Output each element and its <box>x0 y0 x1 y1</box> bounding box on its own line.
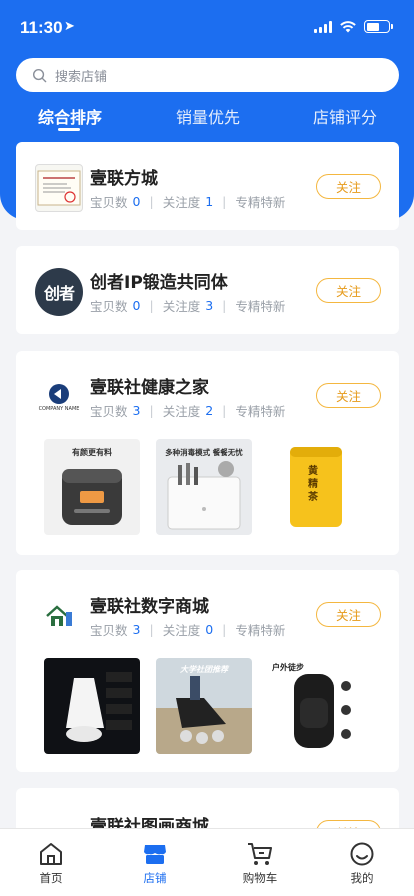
tabbar-home[interactable]: 首页 <box>16 841 86 886</box>
store-name: 壹联方城 <box>90 169 158 189</box>
store-logo: 创者 <box>35 268 83 316</box>
follow-button[interactable]: 关注 <box>316 278 381 303</box>
product-thumbnail[interactable] <box>44 658 140 754</box>
tab-comprehensive[interactable]: 综合排序 <box>38 104 102 128</box>
search-placeholder: 搜索店铺 <box>55 69 108 85</box>
profile-icon <box>350 842 374 866</box>
store-meta: 宝贝数 3 | 关注度 0 | 专精特新 <box>90 622 286 638</box>
location-arrow-icon: ➤ <box>64 19 75 34</box>
store-name: 创者IP锻造共同体 <box>90 273 228 293</box>
store-meta: 宝贝数 3 | 关注度 2 | 专精特新 <box>90 403 286 419</box>
product-thumbnail[interactable]: 黄精茶 <box>268 439 364 535</box>
store-meta: 宝贝数 0 | 关注度 1 | 专精特新 <box>90 194 286 210</box>
store-logo: COMPANY NAME <box>35 373 83 421</box>
product-thumbnail[interactable]: 大学社团推荐 <box>156 658 252 754</box>
store-name: 壹联社数字商城 <box>90 597 209 617</box>
follow-button[interactable]: 关注 <box>316 602 381 627</box>
store-tag: 专精特新 <box>235 623 286 638</box>
tabbar-cart[interactable]: 购物车 <box>225 841 295 886</box>
store-icon <box>144 845 166 864</box>
store-name: 壹联社健康之家 <box>90 378 209 398</box>
search-input[interactable]: 搜索店铺 <box>16 58 399 92</box>
status-time: 11:30 <box>20 18 63 37</box>
follow-button[interactable]: 关注 <box>316 174 381 199</box>
store-card[interactable]: 壹联方城 宝贝数 0 | 关注度 1 | 专精特新 关注 <box>16 142 399 230</box>
store-tag: 专精特新 <box>235 195 286 210</box>
wifi-icon <box>340 20 356 32</box>
tab-rating[interactable]: 店铺评分 <box>313 104 377 128</box>
store-logo <box>35 592 83 640</box>
battery-icon <box>364 20 393 33</box>
store-tag: 专精特新 <box>235 299 286 314</box>
store-card[interactable]: 壹联社数字商城 宝贝数 3 | 关注度 0 | 专精特新 关注 大学社团推荐 户外徒… <box>16 570 399 772</box>
follow-button[interactable]: 关注 <box>316 383 381 408</box>
product-thumbnail[interactable]: 户外徒步 <box>268 658 364 754</box>
tabbar-store[interactable]: 店铺 <box>120 841 190 886</box>
product-thumbnail[interactable]: 有颜更有料 <box>44 439 140 535</box>
store-card[interactable]: COMPANY NAME 壹联社健康之家 宝贝数 3 | 关注度 2 | 专精特新 … <box>16 351 399 555</box>
bottom-tab-bar: 首页 店铺 购物车 我的 <box>0 828 414 896</box>
signal-icon <box>314 20 332 33</box>
cart-icon <box>248 843 272 865</box>
home-icon <box>40 843 62 865</box>
store-logo <box>35 164 83 212</box>
active-tab-indicator <box>58 128 80 131</box>
store-meta: 宝贝数 0 | 关注度 3 | 专精特新 <box>90 298 286 314</box>
tabbar-profile[interactable]: 我的 <box>327 841 397 886</box>
sort-tabs: 综合排序 销量优先 店铺评分 <box>0 102 414 142</box>
product-thumbnail[interactable]: 多种消毒模式 餐餐无忧 <box>156 439 252 535</box>
store-card[interactable]: 创者 创者IP锻造共同体 宝贝数 0 | 关注度 3 | 专精特新 关注 <box>16 246 399 334</box>
tab-sales[interactable]: 销量优先 <box>176 104 240 128</box>
status-bar: 11:30 ➤ <box>0 0 414 56</box>
search-icon <box>32 68 47 82</box>
store-tag: 专精特新 <box>235 404 286 419</box>
